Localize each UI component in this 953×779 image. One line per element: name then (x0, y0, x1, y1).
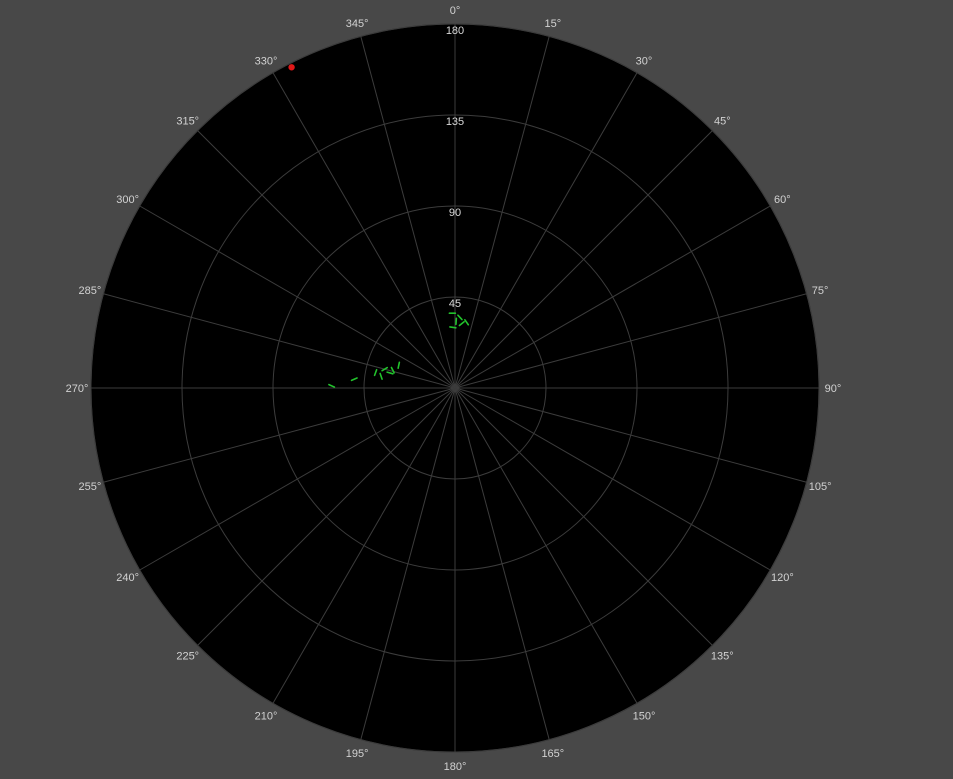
angle-tick-label: 60° (774, 194, 791, 206)
angle-tick-label: 75° (812, 285, 829, 297)
angle-tick-label: 15° (545, 18, 562, 30)
angle-tick-label: 300° (116, 194, 139, 206)
angle-tick-label: 180° (444, 761, 467, 773)
radial-tick-label: 180 (446, 25, 464, 37)
angle-tick-label: 195° (346, 748, 369, 760)
data-point-red (288, 64, 295, 71)
radial-tick-label: 90 (449, 207, 461, 219)
data-point-green (449, 326, 457, 329)
angle-tick-label: 0° (450, 5, 461, 17)
angular-grid (91, 24, 819, 752)
angle-tick-label: 135° (711, 650, 734, 662)
angle-tick-label: 285° (78, 285, 101, 297)
angle-tick-label: 330° (255, 56, 278, 68)
angle-tick-label: 345° (346, 18, 369, 30)
angle-tick-label: 165° (541, 748, 564, 760)
angle-tick-label: 210° (255, 710, 278, 722)
angle-tick-label: 90° (825, 383, 842, 395)
angle-tick-label: 150° (633, 710, 656, 722)
angle-tick-label: 120° (771, 572, 794, 584)
radial-tick-label: 135 (446, 116, 464, 128)
polar-chart-container: 0° 15° 30° 45° 60° 75° 90° 105° 120° 135° 150° 165°… (0, 0, 953, 779)
polar-chart: 0° 15° 30° 45° 60° 75° 90° 105° 120° 135° 150° 165°… (66, 5, 842, 773)
angle-tick-label: 240° (116, 572, 139, 584)
angle-tick-label: 315° (176, 116, 199, 128)
radial-tick-label: 45 (449, 298, 461, 310)
angle-tick-label: 30° (636, 56, 653, 68)
angle-tick-label: 270° (66, 383, 89, 395)
angle-tick-label: 255° (78, 481, 101, 493)
angle-tick-label: 45° (714, 116, 731, 128)
angle-tick-label: 105° (809, 481, 832, 493)
angle-tick-label: 225° (176, 650, 199, 662)
